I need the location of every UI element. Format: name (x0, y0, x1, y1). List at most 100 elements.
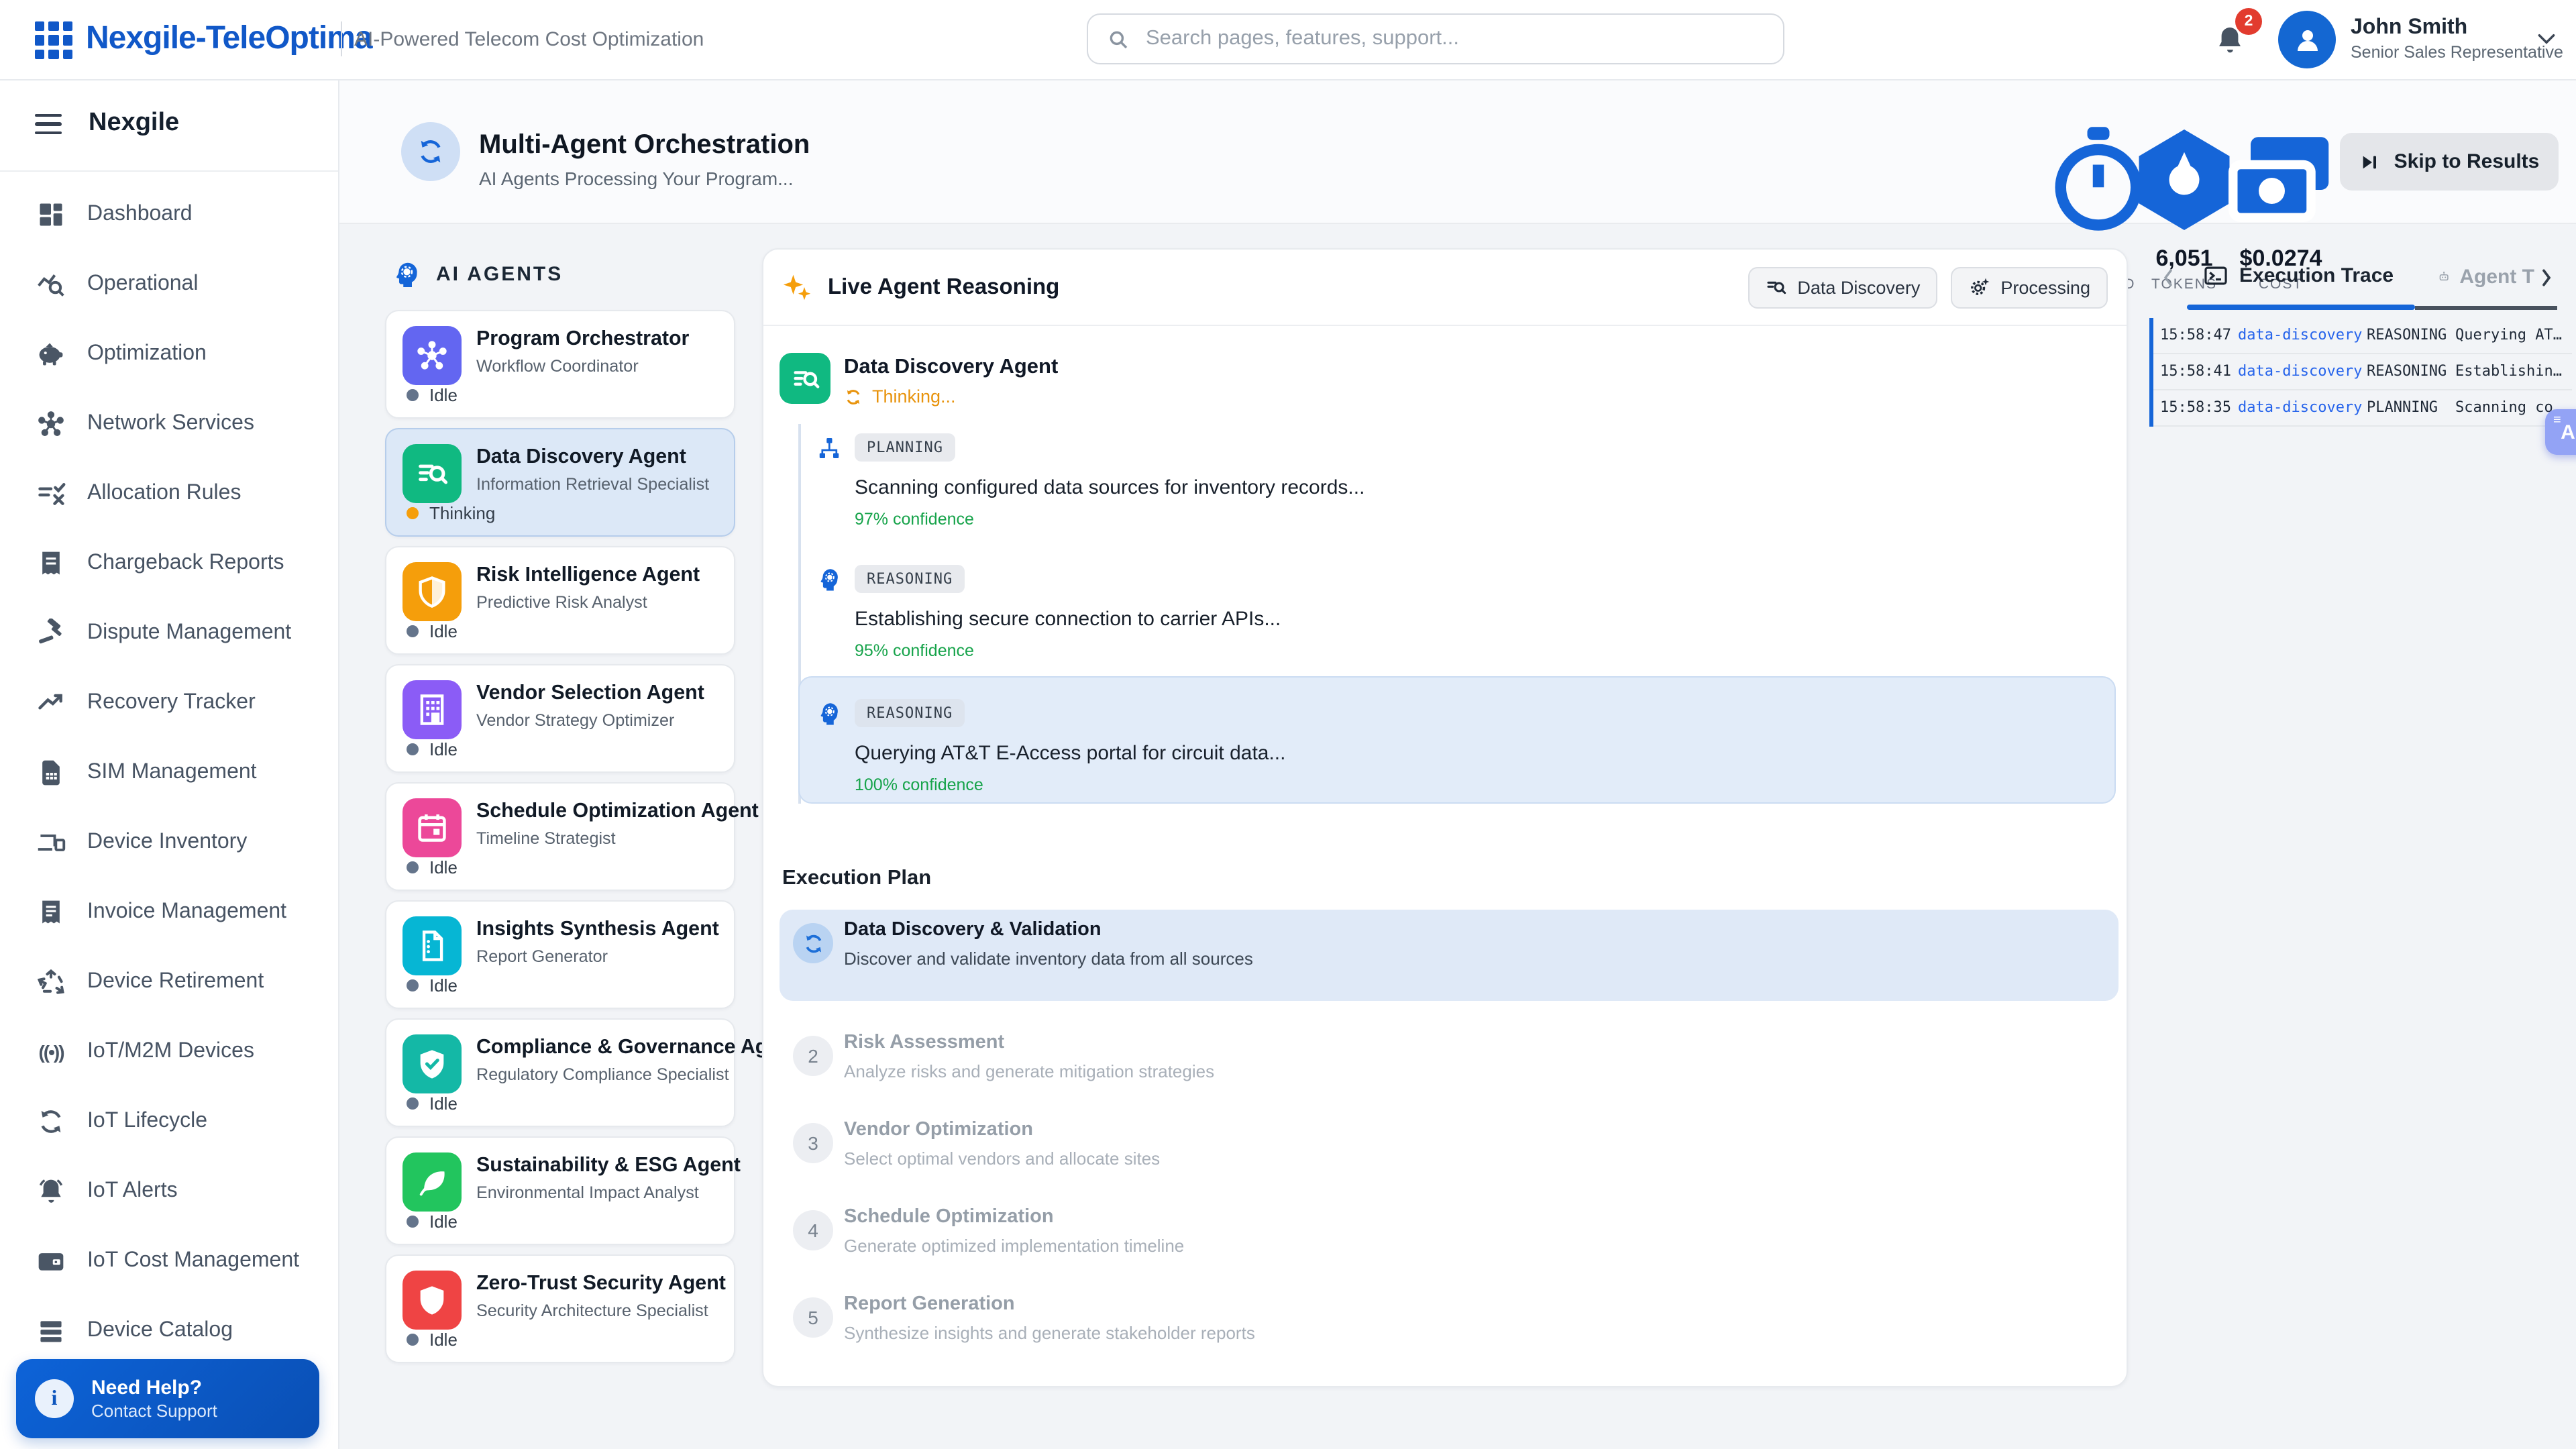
trace-row[interactable]: 15:58:47 data-discovery REASONING Queryi… (2153, 318, 2572, 354)
status-text: Thinking (429, 503, 495, 523)
step-sync-icon (793, 923, 833, 963)
plan-step-3[interactable]: 3 Vendor Optimization Select optimal ven… (780, 1110, 2118, 1190)
status-dot (407, 1334, 419, 1346)
reasoning-header: Live Agent Reasoning Data Discovery Proc… (763, 250, 2127, 326)
search-input[interactable] (1143, 25, 1764, 52)
execution-trace-list[interactable]: 15:58:47 data-discovery REASONING Queryi… (2149, 318, 2572, 427)
step-title: Report Generation (844, 1293, 1015, 1315)
translate-icon: ≡ (2553, 413, 2561, 428)
block-badge: REASONING (855, 699, 965, 727)
sidebar-item-dispute-management[interactable]: Dispute Management (0, 598, 338, 668)
sidebar-item-label: IoT/M2M Devices (87, 1040, 254, 1064)
reasoning-agent-name: Data Discovery Agent (844, 356, 1058, 380)
notification-count-badge: 2 (2235, 8, 2262, 35)
brand-tagline: AI-Powered Telecom Cost Optimization (354, 28, 704, 51)
step-title: Vendor Optimization (844, 1119, 1033, 1140)
document-icon (402, 916, 462, 975)
leaf-icon (402, 1152, 462, 1212)
plan-step-5[interactable]: 5 Report Generation Synthesize insights … (780, 1284, 2118, 1364)
sidebar-item-iot-lifecycle[interactable]: IoT Lifecycle (0, 1087, 338, 1157)
ai-head-icon (392, 260, 420, 288)
reasoning-psychology-icon (817, 568, 841, 592)
sidebar-item-device-retirement[interactable]: Device Retirement (0, 947, 338, 1017)
hamburger-menu-icon[interactable] (35, 114, 62, 134)
chevron-down-icon[interactable] (2536, 31, 2557, 47)
trace-message: Querying AT… (2455, 326, 2565, 343)
tab-agent-team[interactable]: Agent T (2438, 263, 2534, 290)
robot-icon (2438, 263, 2450, 290)
sidebar-item-dashboard[interactable]: Dashboard (0, 180, 338, 250)
sidebar-item-optimization[interactable]: Optimization (0, 319, 338, 389)
user-role: Senior Sales Representative (2351, 43, 2563, 62)
tab-execution-trace[interactable]: Execution Trace (2203, 263, 2394, 288)
sidebar-item-device-inventory[interactable]: Device Inventory (0, 808, 338, 877)
sidebar-item-iot-m2m-devices[interactable]: ((•)) IoT/M2M Devices (0, 1017, 338, 1087)
sidebar-item-label: SIM Management (87, 761, 257, 785)
status-text: Idle (429, 621, 458, 641)
agents-list: Program Orchestrator Workflow Coordinato… (385, 310, 735, 1363)
sidebar-item-label: Invoice Management (87, 900, 286, 924)
page-subtitle: AI Agents Processing Your Program... (479, 168, 794, 189)
agent-card-data-discovery[interactable]: Data Discovery Agent Information Retriev… (385, 428, 735, 537)
avatar[interactable] (2278, 11, 2336, 68)
step-number: 3 (793, 1123, 833, 1163)
agent-card-sustainability-esg[interactable]: Sustainability & ESG Agent Environmental… (385, 1136, 735, 1245)
trending-up-icon (36, 688, 66, 718)
processing-chip[interactable]: Processing (1951, 266, 2108, 308)
skip-to-results-button[interactable]: Skip to Results (2340, 133, 2559, 191)
block-text: Scanning configured data sources for inv… (855, 476, 1364, 499)
search-list-icon (402, 444, 462, 503)
user-icon (2291, 23, 2323, 56)
agent-card-compliance-governance[interactable]: Compliance & Governance Agent Regulatory… (385, 1018, 735, 1127)
agent-card-vendor-selection[interactable]: Vendor Selection Agent Vendor Strategy O… (385, 664, 735, 773)
agent-card-program-orchestrator[interactable]: Program Orchestrator Workflow Coordinato… (385, 310, 735, 419)
step-title: Schedule Optimization (844, 1206, 1054, 1228)
page-header: Multi-Agent Orchestration AI Agents Proc… (338, 79, 2576, 224)
plan-step-1[interactable]: Data Discovery & Validation Discover and… (780, 910, 2118, 1001)
building-icon (402, 680, 462, 739)
trace-row[interactable]: 15:58:41 data-discovery REASONING Establ… (2153, 354, 2572, 390)
status-dot (407, 1097, 419, 1110)
sidebar-item-recovery-tracker[interactable]: Recovery Tracker (0, 668, 338, 738)
sidebar-item-iot-alerts[interactable]: IoT Alerts (0, 1157, 338, 1226)
orchestration-sync-icon (401, 122, 460, 181)
trace-action: REASONING (2367, 362, 2447, 380)
invoice-icon (36, 898, 66, 927)
sidebar-item-chargeback-reports[interactable]: Chargeback Reports (0, 529, 338, 598)
trace-action: REASONING (2367, 326, 2447, 343)
main-area: Multi-Agent Orchestration AI Agents Proc… (338, 79, 2576, 1449)
global-search[interactable] (1087, 13, 1784, 64)
trace-row[interactable]: 15:58:35 data-discovery PLANNING Scannin… (2153, 390, 2572, 427)
data-discovery-chip[interactable]: Data Discovery (1748, 266, 1937, 308)
block-text: Querying AT&T E-Access portal for circui… (855, 742, 1285, 765)
status-text: Idle (429, 975, 458, 996)
plan-step-4[interactable]: 4 Schedule Optimization Generate optimiz… (780, 1197, 2118, 1277)
antenna-signal-icon: ((•)) (36, 1037, 66, 1067)
reasoning-agent-status: Thinking... (844, 386, 956, 407)
sidebar-item-allocation-rules[interactable]: Allocation Rules (0, 459, 338, 529)
search-icon (1107, 28, 1130, 50)
chevron-left-icon[interactable] (2157, 267, 2179, 288)
translate-extension-button[interactable]: ≡A (2545, 409, 2576, 455)
sidebar-item-sim-management[interactable]: SIM Management (0, 738, 338, 808)
step-number: 4 (793, 1210, 833, 1250)
recycle-icon (36, 967, 66, 997)
sidebar-item-invoice-management[interactable]: Invoice Management (0, 877, 338, 947)
agent-card-schedule-optimization[interactable]: Schedule Optimization Agent Timeline Str… (385, 782, 735, 891)
sidebar-item-network-services[interactable]: Network Services (0, 389, 338, 459)
agent-card-risk-intelligence[interactable]: Risk Intelligence Agent Predictive Risk … (385, 546, 735, 655)
block-badge: REASONING (855, 565, 965, 593)
status-text: Idle (429, 385, 458, 405)
sidebar-item-operational[interactable]: Operational (0, 250, 338, 319)
search-list-icon (1765, 276, 1786, 298)
plan-step-2[interactable]: 2 Risk Assessment Analyze risks and gene… (780, 1022, 2118, 1103)
status-text: Idle (429, 857, 458, 877)
agent-card-zero-trust-security[interactable]: Zero-Trust Security Agent Security Archi… (385, 1254, 735, 1363)
sidebar-item-iot-cost-management[interactable]: IoT Cost Management (0, 1226, 338, 1296)
agent-card-insights-synthesis[interactable]: Insights Synthesis Agent Report Generato… (385, 900, 735, 1009)
sidebar-item-device-catalog[interactable]: Device Catalog (0, 1296, 338, 1366)
sidebar-item-label: Allocation Rules (87, 482, 241, 506)
need-help-card[interactable]: i Need Help? Contact Support (16, 1359, 319, 1438)
chevron-right-icon[interactable] (2536, 267, 2557, 288)
trace-agent: data-discovery (2238, 398, 2362, 416)
